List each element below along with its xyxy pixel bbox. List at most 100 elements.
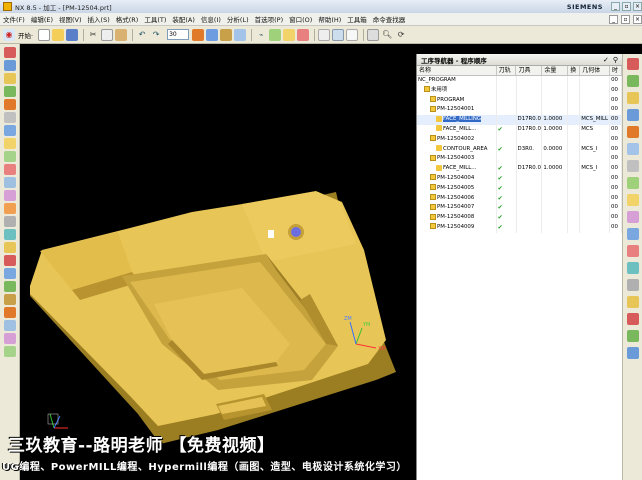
- start-menu-button[interactable]: 开始·: [18, 30, 33, 40]
- row-name-cell[interactable]: FACE_MILL...: [417, 164, 497, 174]
- maximize-button[interactable]: ▫: [622, 2, 631, 11]
- navigator-close-icon[interactable]: ⚲: [613, 56, 618, 64]
- snap-icon[interactable]: [318, 28, 331, 41]
- create-operation-icon[interactable]: [3, 99, 16, 110]
- machine-view-icon[interactable]: [3, 125, 16, 136]
- navigator-row[interactable]: CONTOUR_AREA ✔ D3R0. 0.0000 MCS_I 00: [417, 144, 622, 155]
- fit-icon[interactable]: [367, 28, 380, 41]
- constraint-navigator-icon[interactable]: [626, 75, 639, 87]
- feedrate-icon[interactable]: [3, 229, 16, 240]
- command-finder[interactable]: 命令查找器: [373, 14, 406, 24]
- column-tool[interactable]: 刀具: [516, 66, 543, 75]
- view-orient-icon[interactable]: [206, 28, 219, 41]
- navigator-row[interactable]: PM-12504003 00: [417, 154, 622, 165]
- navigator-row[interactable]: PM-12504002 00: [417, 134, 622, 145]
- navigator-row[interactable]: NC_PROGRAM 00: [417, 76, 623, 86]
- column-stock[interactable]: 余量: [542, 66, 569, 75]
- menu-format[interactable]: 格式(R): [116, 14, 139, 24]
- row-name-cell[interactable]: FACE_MILL...: [417, 124, 497, 135]
- menu-tools[interactable]: 工具(T): [144, 14, 166, 24]
- row-name-cell[interactable]: PM-12504001: [417, 105, 497, 116]
- hd3d-icon[interactable]: [626, 160, 639, 172]
- row-name-cell[interactable]: PM-12504002: [417, 134, 497, 145]
- delete-icon[interactable]: [3, 255, 16, 266]
- method-view-icon[interactable]: [3, 151, 16, 162]
- paste-icon[interactable]: [115, 28, 128, 41]
- menu-edit[interactable]: 编辑(E): [31, 14, 53, 24]
- postprocess-icon[interactable]: [297, 28, 310, 41]
- menu-view[interactable]: 视图(V): [59, 14, 82, 24]
- toolpath-icon[interactable]: ⌁: [255, 29, 267, 41]
- part-navigator-icon[interactable]: [626, 92, 639, 104]
- system-scenes-icon[interactable]: [626, 245, 639, 257]
- menu-preferences[interactable]: 首选项(P): [255, 14, 284, 24]
- web-browser-icon[interactable]: [626, 177, 639, 189]
- menu-toolbox[interactable]: 工具箱: [347, 14, 367, 24]
- column-geometry[interactable]: 几何体: [580, 66, 611, 75]
- row-name-cell[interactable]: PM-12504008: [417, 213, 497, 223]
- navigator-row[interactable]: PM-12504005 ✔ 00: [417, 183, 622, 194]
- save-icon[interactable]: [66, 28, 79, 41]
- system-material-icon[interactable]: [626, 211, 639, 223]
- clock-icon[interactable]: [626, 262, 639, 274]
- hatch-icon[interactable]: [332, 28, 345, 41]
- generate-icon[interactable]: [269, 28, 282, 41]
- transform-icon[interactable]: [3, 320, 16, 331]
- row-name-cell[interactable]: PM-12504006: [417, 193, 497, 204]
- layer-palette-icon[interactable]: [626, 330, 639, 342]
- row-name-cell[interactable]: PM-12504007: [417, 203, 497, 214]
- rotate-icon[interactable]: ⟳: [395, 29, 407, 41]
- create-tool-icon[interactable]: [3, 60, 16, 71]
- nx-start-icon[interactable]: ◉: [3, 28, 15, 41]
- navigator-row[interactable]: 未用项 00: [417, 85, 623, 96]
- program-view-icon[interactable]: [3, 112, 16, 123]
- post-process-icon[interactable]: [3, 203, 16, 214]
- menu-file[interactable]: 文件(F): [3, 14, 25, 24]
- create-method-icon[interactable]: [3, 86, 16, 97]
- settings-icon[interactable]: [626, 279, 639, 291]
- row-name-cell[interactable]: CONTOUR_AREA: [417, 144, 497, 155]
- layer-icon[interactable]: [234, 28, 247, 41]
- grid-icon[interactable]: [346, 28, 359, 41]
- row-name-cell[interactable]: PROGRAM: [417, 95, 497, 106]
- column-name[interactable]: 名称: [417, 66, 497, 75]
- new-icon[interactable]: [38, 28, 51, 41]
- navigator-row[interactable]: PM-12504001 00: [417, 105, 622, 116]
- replay-toolpath-icon[interactable]: [3, 177, 16, 188]
- row-name-cell[interactable]: PM-12504005: [417, 183, 497, 194]
- open-icon[interactable]: [52, 28, 65, 41]
- navigator-row[interactable]: PM-12504004 ✔ 00: [417, 173, 622, 184]
- zoom-icon[interactable]: 🔍︎: [381, 29, 393, 41]
- column-time[interactable]: 时: [610, 66, 622, 75]
- machine-navigator-icon[interactable]: [626, 126, 639, 138]
- doc-restore-button[interactable]: ▫: [621, 14, 630, 24]
- shop-docs-icon[interactable]: [3, 216, 16, 227]
- zoom-select[interactable]: 30: [167, 29, 190, 40]
- row-name-cell[interactable]: 未用项: [417, 85, 497, 96]
- row-name-cell[interactable]: PM-12504003: [417, 154, 497, 165]
- history-palette-icon[interactable]: [626, 194, 639, 206]
- create-program-icon[interactable]: [3, 47, 16, 58]
- navigator-row[interactable]: PM-12504007 ✔ 00: [417, 203, 622, 214]
- geometry-view-icon[interactable]: [3, 138, 16, 149]
- navigator-row[interactable]: PM-12504008 ✔ 00: [417, 213, 622, 223]
- column-toolpath[interactable]: 刀轨: [497, 66, 517, 75]
- tools-palette-icon[interactable]: [626, 296, 639, 308]
- undo-icon[interactable]: ↶: [136, 29, 148, 41]
- doc-close-button[interactable]: ×: [633, 14, 642, 24]
- layout-icon[interactable]: [3, 333, 16, 344]
- reuse-library-icon[interactable]: [626, 143, 639, 155]
- wcs-icon[interactable]: [220, 28, 233, 41]
- row-name-cell[interactable]: PM-12504009: [417, 222, 497, 233]
- graphics-window[interactable]: XM YM ZM: [20, 44, 416, 480]
- object-icon[interactable]: [3, 281, 16, 292]
- row-name-cell[interactable]: FACE_MILLING: [417, 115, 497, 125]
- navigator-row[interactable]: FACE_MILL... ✔ D17R0.0 1.0000 MCS_I 00: [417, 164, 622, 174]
- minimize-button[interactable]: _: [611, 2, 620, 11]
- row-name-cell[interactable]: PM-12504004: [417, 173, 497, 184]
- menu-assembly[interactable]: 装配(A): [172, 14, 195, 24]
- navigator-row[interactable]: FACE_MILL... ✔ D17R0.0 1.0000 MCS 00: [417, 124, 622, 135]
- cut-icon[interactable]: ✂: [87, 29, 99, 41]
- assembly-navigator-icon[interactable]: [626, 58, 639, 70]
- render-style-icon[interactable]: [192, 28, 205, 41]
